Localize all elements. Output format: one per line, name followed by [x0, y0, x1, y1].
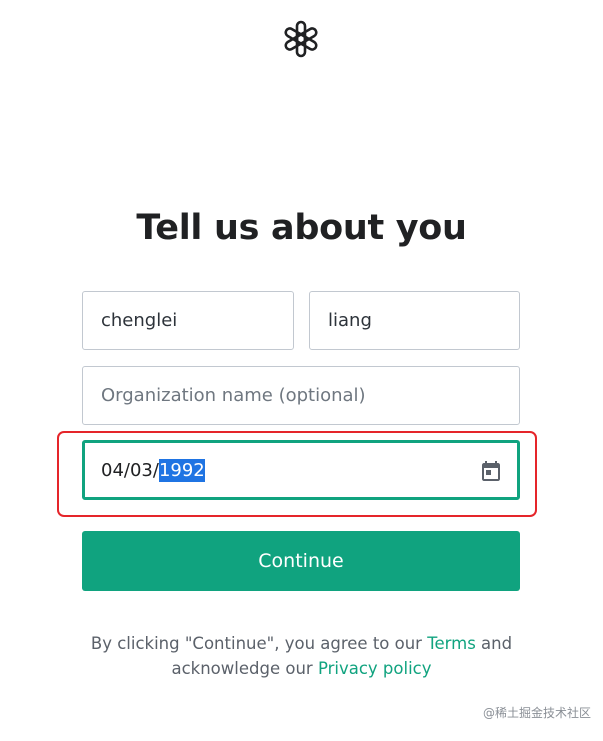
- birthdate-field[interactable]: 04/03/1992: [82, 440, 520, 500]
- watermark: @稀土掘金技术社区: [482, 706, 591, 720]
- legal-text-3: acknowledge our: [171, 659, 318, 678]
- calendar-icon[interactable]: [479, 459, 503, 483]
- last-name-value: liang: [328, 310, 372, 331]
- last-name-field[interactable]: liang: [309, 291, 520, 350]
- privacy-policy-link[interactable]: Privacy policy: [318, 659, 432, 678]
- signup-page: Tell us about you chenglei liang Organiz…: [0, 0, 603, 741]
- birthdate-year-selected: 1992: [158, 458, 205, 482]
- birthdate-prefix: 04/03/: [101, 459, 159, 481]
- terms-link[interactable]: Terms: [427, 634, 476, 653]
- openai-logo-icon: [284, 20, 318, 58]
- legal-text-2: and: [475, 634, 513, 653]
- legal-text-1: By clicking "Continue", you agree to our: [90, 634, 428, 653]
- organization-field[interactable]: Organization name (optional): [82, 366, 520, 425]
- continue-button[interactable]: Continue: [82, 531, 520, 591]
- first-name-field[interactable]: chenglei: [82, 291, 294, 350]
- first-name-value: chenglei: [101, 310, 178, 331]
- page-title: Tell us about you: [136, 208, 467, 248]
- organization-placeholder: Organization name (optional): [101, 385, 366, 406]
- legal-notice: By clicking "Continue", you agree to our…: [60, 631, 543, 681]
